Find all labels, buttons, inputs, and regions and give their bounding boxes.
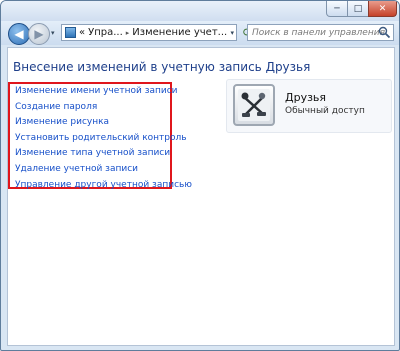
breadcrumb-change-account[interactable]: Изменение учет... bbox=[132, 27, 227, 38]
minimize-button[interactable]: ─ bbox=[326, 1, 348, 17]
breadcrumb-separator-icon[interactable]: ▸ bbox=[126, 29, 130, 37]
search-input[interactable]: Поиск в панели управления bbox=[252, 28, 385, 38]
task-link-manage-other-account[interactable]: Управление другой учетной записью bbox=[15, 180, 192, 190]
breadcrumb-chevrons[interactable]: « bbox=[79, 27, 85, 38]
forward-button[interactable]: ▶ bbox=[28, 23, 50, 45]
task-link-create-password[interactable]: Создание пароля bbox=[15, 102, 97, 112]
account-type: Обычный доступ bbox=[285, 106, 365, 116]
task-link-change-name[interactable]: Изменение имени учетной записи bbox=[15, 86, 178, 96]
task-link-parental-controls[interactable]: Установить родительский контроль bbox=[15, 133, 187, 143]
task-link-delete-account[interactable]: Удаление учетной записи bbox=[15, 164, 138, 174]
navigation-bar: ◀ ▶ ▾ « Упра... ▸ Изменение учет... ▾ ⟳ … bbox=[1, 21, 399, 45]
account-card: Друзья Обычный доступ bbox=[226, 79, 392, 133]
chess-pieces-icon bbox=[238, 89, 270, 121]
maximize-button[interactable]: □ bbox=[347, 1, 369, 17]
close-button[interactable]: ✕ bbox=[368, 1, 397, 17]
address-bar[interactable]: « Упра... ▸ Изменение учет... ▾ bbox=[61, 24, 237, 41]
page-title: Внесение изменений в учетную запись Друз… bbox=[13, 60, 311, 74]
tasks-highlight-box: Изменение имени учетной записи Создание … bbox=[8, 82, 192, 190]
avatar bbox=[233, 84, 275, 126]
main-content: Внесение изменений в учетную запись Друз… bbox=[7, 47, 395, 346]
control-panel-icon bbox=[65, 27, 76, 38]
back-button[interactable]: ◀ bbox=[8, 23, 30, 45]
search-box[interactable]: Поиск в панели управления bbox=[247, 24, 394, 41]
task-link-change-type[interactable]: Изменение типа учетной записи bbox=[15, 148, 170, 158]
search-icon[interactable] bbox=[378, 26, 391, 39]
title-bar: ─ □ ✕ bbox=[1, 1, 399, 21]
address-dropdown-icon[interactable]: ▾ bbox=[230, 29, 234, 37]
task-link-change-picture[interactable]: Изменение рисунка bbox=[15, 117, 109, 127]
breadcrumb-control-panel[interactable]: Упра... bbox=[88, 27, 123, 38]
control-panel-window: ─ □ ✕ ◀ ▶ ▾ « Упра... ▸ Изменение учет..… bbox=[0, 0, 400, 351]
recent-pages-dropdown[interactable]: ▾ bbox=[51, 29, 55, 37]
account-name: Друзья bbox=[285, 91, 327, 104]
